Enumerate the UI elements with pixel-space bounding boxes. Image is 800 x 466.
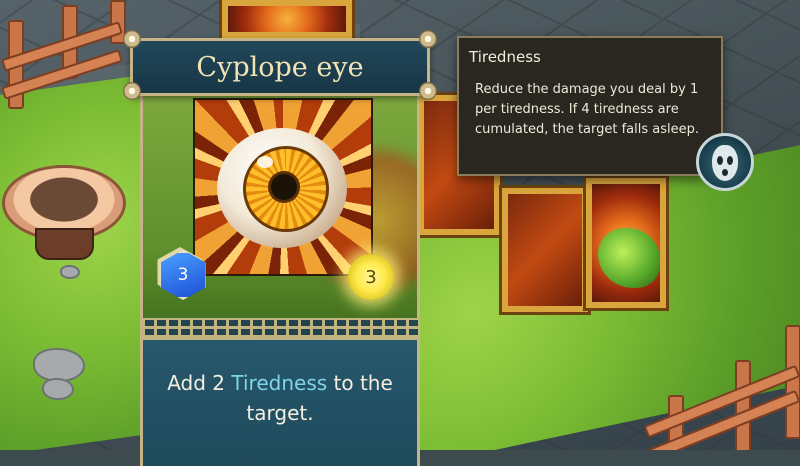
card-description-panel: Add 2 Tiredness to the target.: [140, 340, 420, 466]
keyword-tiredness[interactable]: Tiredness: [231, 371, 327, 395]
tooltip-title: Tiredness: [469, 48, 541, 66]
brazier-stand: [35, 228, 94, 260]
dice-crate-front[interactable]: [499, 185, 591, 315]
card-divider: [140, 318, 420, 340]
corner-ornament-icon: [123, 82, 141, 100]
rock: [42, 378, 74, 400]
dice-crate-top[interactable]: [219, 0, 355, 41]
card-power: 3: [365, 266, 377, 288]
power-star-icon: 3: [348, 254, 394, 300]
cyclops-eye-icon: [193, 98, 373, 276]
corner-ornament-icon: [419, 82, 437, 100]
card-description: Add 2 Tiredness to the target.: [167, 371, 393, 425]
sleep-mask-icon: [696, 133, 754, 191]
corner-ornament-icon: [419, 30, 437, 48]
corner-ornament-icon: [123, 30, 141, 48]
tooltip-body: Reduce the damage you deal by 1 per tire…: [475, 82, 700, 137]
card-title: Cyplope eye: [196, 51, 364, 83]
keyword-tooltip: Tiredness Reduce the damage you deal by …: [457, 36, 723, 176]
ability-card[interactable]: Cyplope eye 3 3 Add 2 Tiredness to the t…: [123, 30, 437, 466]
card-title-bar: Cyplope eye: [130, 38, 430, 96]
rock: [60, 265, 80, 279]
rock: [33, 348, 85, 382]
card-cost: 3: [177, 265, 189, 285]
